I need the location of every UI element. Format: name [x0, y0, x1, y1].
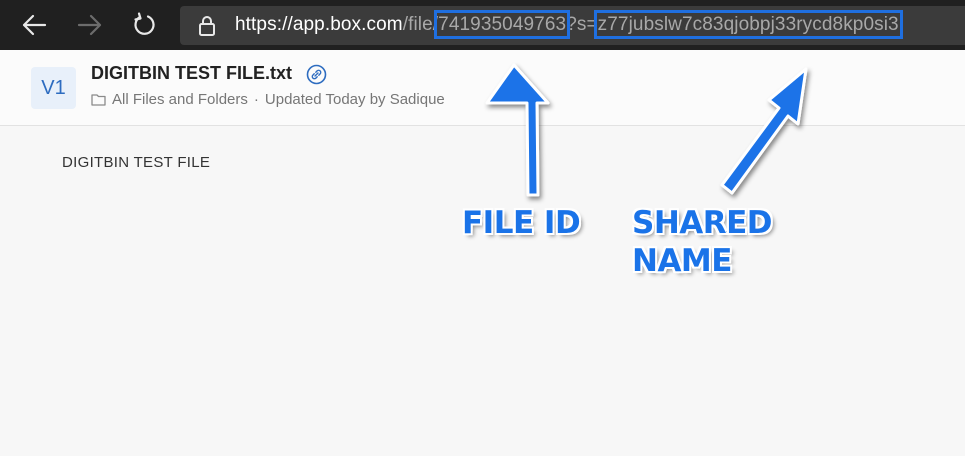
- file-id-label: FILE ID: [462, 205, 581, 241]
- address-bar[interactable]: https://app.box.com/file/741935049763?s=…: [180, 6, 965, 45]
- shared-link-icon[interactable]: [306, 64, 327, 85]
- updated-text: Updated Today by Sadique: [264, 91, 445, 108]
- url-file-id: 741935049763: [434, 10, 571, 39]
- url-path: /file/: [402, 14, 439, 35]
- shared-name-label-line2: NAME: [632, 243, 732, 279]
- folder-icon: [91, 94, 106, 106]
- arrow-right-icon: [77, 14, 102, 36]
- shared-name-label-line1: SHARED: [632, 205, 773, 241]
- url-shared-name: z77jubslw7c83qjobpj33rycd8kp0si3: [593, 10, 903, 39]
- file-content-text: DIGITBIN TEST FILE: [62, 154, 211, 171]
- forward-button[interactable]: [70, 6, 110, 44]
- arrow-left-icon: [22, 14, 47, 36]
- file-title: DIGITBIN TEST FILE.txt: [91, 63, 292, 83]
- version-badge[interactable]: V1: [31, 67, 76, 109]
- browser-toolbar: https://app.box.com/file/741935049763?s=…: [0, 0, 965, 50]
- folder-link[interactable]: All Files and Folders: [112, 91, 248, 108]
- url-text[interactable]: https://app.box.com/file/741935049763?s=…: [235, 10, 903, 39]
- separator-dot: ·: [253, 91, 259, 108]
- back-button[interactable]: [14, 6, 54, 44]
- file-header: V1 DIGITBIN TEST FILE.txt All Files and …: [0, 50, 965, 126]
- url-query-key: ?s=: [566, 14, 598, 35]
- url-host: app.box.com: [292, 14, 403, 35]
- url-prefix: https://: [235, 14, 293, 35]
- refresh-button[interactable]: [125, 6, 165, 44]
- shared-name-label: SHARED NAME: [632, 204, 773, 280]
- refresh-icon: [134, 12, 155, 35]
- lock-icon: [199, 16, 215, 36]
- file-breadcrumb: All Files and Folders · Updated Today by…: [91, 91, 445, 108]
